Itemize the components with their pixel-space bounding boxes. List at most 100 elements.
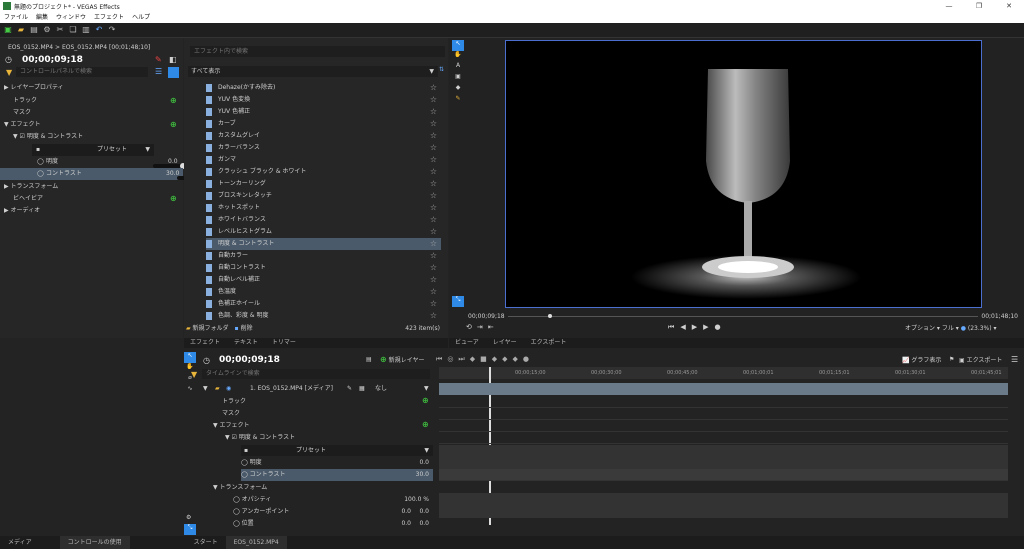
export-frame-icon[interactable]: ⇥ [477,323,483,333]
mask-row[interactable]: マスク [0,107,183,119]
effect-item[interactable]: トーンカーリング ☆ [206,178,441,190]
tl-bc-row[interactable]: ▼ ☑ 明度 & コントラスト [225,432,295,444]
quality-dropdown[interactable]: フル [942,325,954,332]
star-icon[interactable]: ☆ [430,142,437,154]
maximize-icon[interactable]: ❐ [964,0,994,12]
layer-icon[interactable]: ▤ [366,356,372,363]
layer-clip-bar[interactable] [439,383,1008,395]
graph-view-button[interactable]: 📈 グラフ表示 [902,356,941,366]
tab-media[interactable]: メディア [0,536,40,549]
tl-opacity-row[interactable]: ◯ オパシティ 100.0 % [233,494,433,506]
mask-tool-icon[interactable]: ◆ [452,84,464,95]
settings-icon[interactable]: ⚙ [42,25,52,35]
menu-help[interactable]: ヘルプ [132,12,150,23]
star-icon[interactable]: ☆ [430,82,437,94]
tab-trimmer[interactable]: トリマー [272,338,296,348]
minimize-icon[interactable]: — [934,0,964,12]
tl-anchor-row[interactable]: ◯ アンカーポイント 0.0 0.0 [233,506,433,518]
first-frame-icon[interactable]: ⏮ [668,323,674,333]
tab-clip[interactable]: EOS_0152.MP4 [225,536,287,549]
tab-text[interactable]: テキスト [234,338,258,348]
grid-icon[interactable]: ▦ [359,383,365,395]
transform-row[interactable]: ▶ トランスフォーム [0,181,183,193]
keyframe-icon[interactable]: ◆ [470,355,475,365]
viewer-playhead[interactable] [548,314,552,318]
keyframe-icon[interactable]: ◆ [502,355,507,365]
new-icon[interactable]: ▣ [3,25,13,35]
timeline-search-input[interactable] [202,369,430,379]
grid-view-button[interactable] [168,67,179,78]
snap-icon[interactable]: ⤡ [184,524,196,535]
option-dropdown[interactable]: オプション [905,325,935,332]
effect-item[interactable]: カーブ ☆ [206,118,441,130]
add-track-icon[interactable]: ⊕ [422,396,429,405]
keyframe-icon[interactable]: ◆ [492,355,497,365]
paste-icon[interactable]: ▥ [81,25,91,35]
effect-row[interactable]: ▼ エフェクト ⊕ [0,119,183,131]
effect-item[interactable]: ガンマ ☆ [206,154,441,166]
effect-item[interactable]: クラッシュ ブラック & ホワイト ☆ [206,166,441,178]
open-icon[interactable]: ▰ [16,25,26,35]
effect-item[interactable]: 明度 & コントラスト ☆ [206,238,441,250]
keyframe-icon[interactable]: ◆ [513,355,518,365]
redo-icon[interactable]: ↷ [107,25,117,35]
close-icon[interactable]: ✕ [994,0,1024,12]
tl-position-row[interactable]: ◯ 位置 0.0 0.0 [233,518,433,530]
star-icon[interactable]: ☆ [430,166,437,178]
tl-transform-row[interactable]: ▼ トランスフォーム [213,482,267,494]
effect-item[interactable]: 自動カラー ☆ [206,250,441,262]
panel-icon[interactable]: ◧ [169,55,177,64]
zoom-level[interactable]: (23.3%) [968,325,992,332]
blend-mode[interactable]: なし [375,383,387,395]
audio-row[interactable]: ▶ オーディオ [0,205,183,217]
list-icon[interactable]: ☰ [155,67,162,76]
effects-search-input[interactable] [190,46,445,57]
tab-start[interactable]: スタート [186,536,226,549]
star-icon[interactable]: ☆ [430,226,437,238]
star-icon[interactable]: ☆ [430,310,437,322]
menu-file[interactable]: ファイル [4,12,28,23]
effect-item[interactable]: Dehaze(かすみ除去) ☆ [206,82,441,94]
pen-icon[interactable]: ✎ [347,383,352,395]
timeline-export-button[interactable]: ▣ エクスポート [959,356,1002,366]
eye-icon[interactable]: ◉ [226,383,231,395]
add-effect-icon[interactable]: ⊕ [170,119,177,131]
star-icon[interactable]: ☆ [430,106,437,118]
tab-viewer[interactable]: ビューア [455,338,479,348]
bc-effect-row[interactable]: ▼ ☑ 明度 & コントラスト [0,131,183,143]
stop-icon[interactable]: ■ [480,355,487,365]
effect-item[interactable]: 自動レベル補正 ☆ [206,274,441,286]
star-icon[interactable]: ☆ [430,286,437,298]
star-icon[interactable]: ☆ [430,214,437,226]
behavior-row[interactable]: ビヘイビア ⊕ [0,193,183,205]
select-tool-icon[interactable]: ↖ [184,352,196,363]
effect-item[interactable]: YUV 色変換 ☆ [206,94,441,106]
add-track-icon[interactable]: ⊕ [170,95,177,107]
mark-icon[interactable]: ⚑ [949,356,954,363]
menu-icon[interactable]: ☰ [1011,355,1018,364]
target-icon[interactable]: ◎ [447,355,453,365]
filter-icon[interactable]: ▼ [6,68,12,77]
effect-item[interactable]: ホットスポット ☆ [206,202,441,214]
select-tool-icon[interactable]: ↖ [452,40,464,51]
star-icon[interactable]: ☆ [430,130,437,142]
layer-row[interactable]: ▼ ▰ ◉ 1. EOS_0152.MP4 [メディア] ✎ ▦ なし ▼ [197,383,437,395]
cut-icon[interactable]: ✂ [55,25,65,35]
layer-properties-row[interactable]: ▶ レイヤープロパティ [0,82,183,94]
video-preview[interactable] [505,40,982,308]
shape-tool-icon[interactable]: ▣ [452,73,464,84]
play-icon[interactable]: ▶ [703,323,708,333]
snap-icon[interactable]: ⤡ [452,296,464,307]
tl-contrast-row[interactable]: ◯ コントラスト 30.0 [241,469,433,481]
star-icon[interactable]: ☆ [430,118,437,130]
star-icon[interactable]: ☆ [430,250,437,262]
next-keyframe-icon[interactable]: ⏭ [458,355,464,365]
star-icon[interactable]: ☆ [430,190,437,202]
loop-icon[interactable]: ⟲ [466,323,472,333]
tl-effect-row[interactable]: ▼ エフェクト [213,420,250,432]
add-effect-icon[interactable]: ⊕ [422,420,429,429]
effect-item[interactable]: YUV 色補正 ☆ [206,106,441,118]
save-icon[interactable]: ▤ [29,25,39,35]
tl-brightness-row[interactable]: ◯ 明度 0.0 [241,457,433,469]
star-icon[interactable]: ☆ [430,202,437,214]
